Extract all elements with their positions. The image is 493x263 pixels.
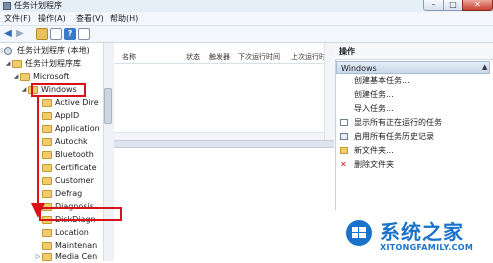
action-item-label: 导入任务... — [354, 104, 394, 113]
action-item-label: 创建基本任务... — [354, 76, 410, 85]
tree-item-label: 任务计划程序库 — [25, 59, 81, 68]
back-arrow-icon[interactable]: ◀ — [2, 28, 14, 40]
console-tree-icon[interactable] — [50, 28, 62, 40]
delete-icon: ✕ — [340, 160, 347, 169]
tree-expander-icon[interactable]: ◢ — [13, 71, 19, 83]
folder-icon — [20, 73, 30, 81]
collapse-chevron-icon[interactable]: ▲ — [482, 61, 490, 74]
folder-icon — [42, 253, 52, 261]
highlight-diskdiagn-box — [39, 207, 122, 221]
watermark-title: 系统之家 — [380, 220, 464, 244]
forward-arrow-icon[interactable]: ▶ — [14, 28, 26, 40]
action-pane-icon[interactable] — [78, 28, 90, 40]
task-list-scrollbar[interactable] — [324, 43, 335, 140]
folder-icon — [12, 60, 22, 68]
actions-title: 操作 — [335, 43, 493, 60]
column-trigger[interactable]: 触发器 — [209, 52, 230, 63]
tree-scrollbar-thumb[interactable] — [104, 88, 112, 124]
task-scheduler-app-icon — [3, 2, 11, 10]
minimize-button[interactable]: – — [423, 0, 444, 11]
tree-item-label: Certificate — [55, 163, 97, 172]
folder-icon — [42, 229, 52, 237]
tree-item-label: Autochk — [55, 137, 88, 146]
history-icon — [340, 133, 348, 140]
tree-item-label: Location — [55, 228, 89, 237]
tree-item-label: Bluetooth — [55, 150, 94, 159]
tree-item-label: AppID — [55, 111, 80, 120]
task-list-pane — [114, 43, 334, 261]
action-item-label: 新文件夹... — [354, 146, 394, 155]
list-icon — [340, 119, 348, 126]
folder-icon — [340, 147, 348, 154]
pane-splitter[interactable] — [114, 140, 334, 148]
windows-logo-icon — [352, 227, 366, 238]
help-icon[interactable]: ? — [64, 28, 76, 40]
tree-scrollbar[interactable] — [103, 43, 114, 261]
title-bar — [0, 0, 493, 12]
scheduler-clock-icon — [4, 47, 12, 55]
window-title: 任务计划程序 — [14, 1, 62, 10]
tree-expander-icon[interactable]: ◢ — [5, 58, 11, 70]
tree-expander-icon[interactable]: ▷ — [35, 251, 41, 263]
red-arrow-annotation — [31, 97, 45, 218]
close-button[interactable]: ✕ — [462, 0, 493, 11]
column-last-run[interactable]: 上次运行时 — [291, 52, 326, 63]
column-next-run[interactable]: 下次运行时间 — [238, 52, 280, 63]
tree-item-label: Microsoft — [33, 72, 70, 81]
menu-file[interactable]: 文件(F) — [4, 12, 31, 25]
watermark-subtitle: XITONGFAMILY.COM — [380, 243, 474, 252]
tree-item-label: 任务计划程序 (本地) — [17, 46, 90, 55]
tree-expander-icon[interactable]: ◢ — [21, 84, 27, 96]
menu-action[interactable]: 操作(A) — [38, 12, 66, 25]
action-item-label: 启用所有任务历史记录 — [354, 132, 434, 141]
tree-expander-icon[interactable]: ◁ — [0, 45, 3, 57]
task-list-header: 名称 状态 触发器 下次运行时间 上次运行时 — [114, 52, 334, 64]
tree-expander-icon[interactable] — [35, 227, 41, 239]
menu-bar: 文件(F) 操作(A) 查看(V) 帮助(H) — [0, 12, 493, 26]
maximize-button[interactable]: □ — [443, 0, 463, 11]
tree-item-label: Active Dire — [55, 98, 99, 107]
tree-item-label: Media Cen — [55, 252, 98, 261]
tree-item-label: Application — [55, 124, 100, 133]
actions-section-windows[interactable]: Windows — [336, 61, 490, 74]
action-item-label: 创建任务... — [354, 90, 394, 99]
tree-item-label: Defrag — [55, 189, 83, 198]
action-item-label: 显示所有正在运行的任务 — [354, 118, 442, 127]
action-item-label: 删除文件夹 — [354, 160, 394, 169]
menu-help[interactable]: 帮助(H) — [110, 12, 138, 25]
menu-view[interactable]: 查看(V) — [76, 12, 104, 25]
folder-up-icon[interactable] — [36, 28, 48, 40]
folder-icon — [42, 242, 52, 250]
toolbar: ◀ ▶ ? — [0, 26, 493, 43]
tree-item-label: Customer — [55, 176, 94, 185]
column-status[interactable]: 状态 — [186, 52, 200, 63]
column-name[interactable]: 名称 — [122, 52, 136, 63]
